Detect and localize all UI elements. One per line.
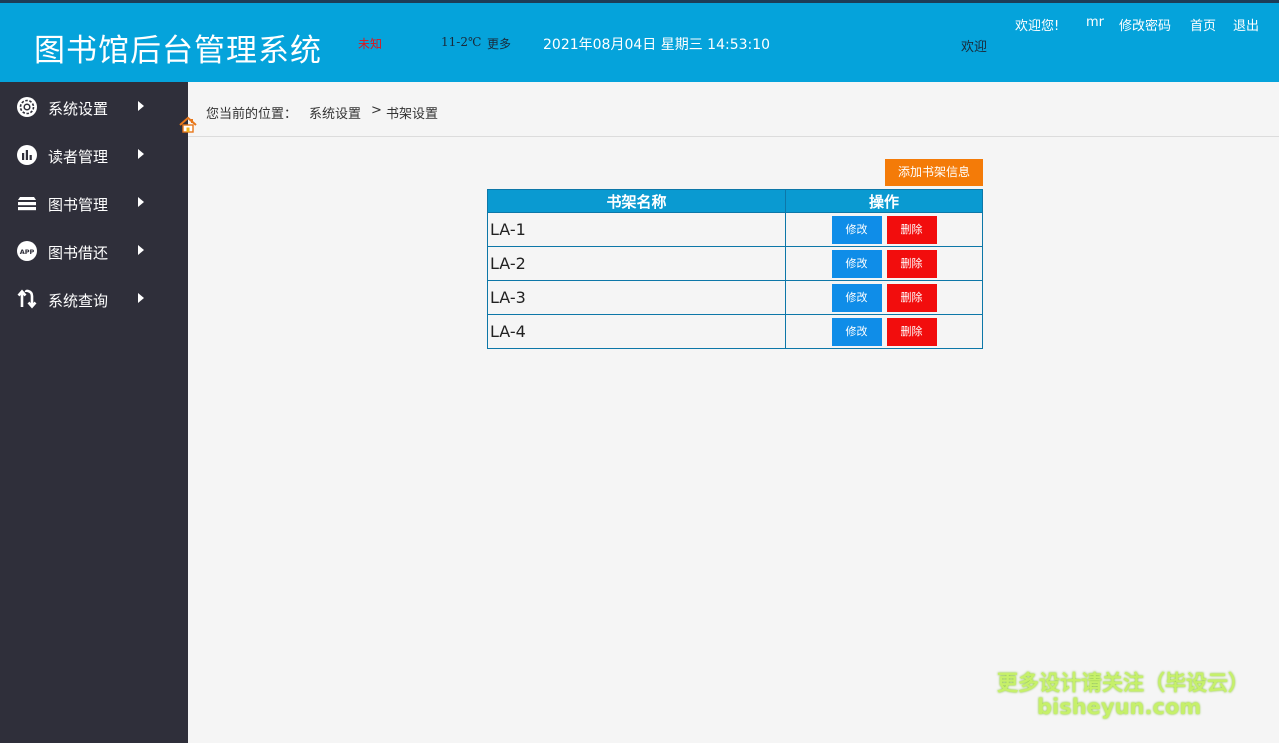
books-icon [18,197,36,211]
actions-cell: 修改 删除 [785,314,983,349]
caret-right-icon [138,197,144,207]
swap-icon [17,289,37,309]
caret-right-icon [138,101,144,111]
caret-right-icon [138,245,144,255]
edit-button[interactable]: 修改 [831,215,882,244]
edit-button[interactable]: 修改 [831,317,882,346]
delete-button[interactable]: 删除 [886,283,937,312]
shelf-name-cell: LA-2 [487,246,786,281]
weather-temperature: 11-2℃ [441,35,482,49]
column-header-shelf-name: 书架名称 [487,189,786,213]
watermark-line1: 更多设计请关注（毕设云） [997,671,1249,695]
sidebar-item-borrow-return[interactable]: APP 图书借还 [0,231,188,271]
welcome-text: 欢迎您! [1015,19,1060,34]
svg-text:APP: APP [20,248,35,256]
caret-right-icon [138,149,144,159]
marquee-text: 欢迎 [961,40,988,55]
weather-city[interactable]: 未知 [358,35,382,52]
username: mr [1086,15,1105,30]
current-datetime: 2021年08月04日 星期三 14:53:10 [543,37,771,53]
breadcrumb-level1[interactable]: 系统设置 [309,103,361,122]
table-row: LA-1 修改 删除 [487,212,983,247]
add-shelf-button[interactable]: 添加书架信息 [885,159,983,186]
edit-button[interactable]: 修改 [831,283,882,312]
home-icon [179,116,197,133]
table-row: LA-3 修改 删除 [487,280,983,315]
shelf-name-cell: LA-3 [487,280,786,315]
edit-button[interactable]: 修改 [831,249,882,278]
table-header-row: 书架名称 操作 [487,189,983,213]
breadcrumb: 您当前的位置： 系统设置 > 书架设置 [188,82,1279,137]
watermark-line2: bisheyun.com [1037,695,1202,719]
sidebar-item-reader-management[interactable]: 读者管理 [0,135,188,175]
column-header-actions: 操作 [785,189,983,213]
table-row: LA-2 修改 删除 [487,246,983,281]
sidebar-item-label: 图书管理 [48,196,109,214]
delete-button[interactable]: 删除 [886,215,937,244]
user-links: 欢迎您! mr 修改密码 首页 退出 [0,15,1279,35]
sidebar-item-label: 系统查询 [48,292,109,310]
breadcrumb-level2: 书架设置 [386,107,439,122]
delete-button[interactable]: 删除 [886,317,937,346]
actions-cell: 修改 删除 [785,246,983,281]
sidebar: 系统设置 读者管理 图书管理 APP 图书借还 系统查询 [0,82,188,743]
gear-icon [17,97,37,117]
sidebar-item-label: 读者管理 [48,148,109,166]
weather-more-link[interactable]: 更多 [487,35,511,52]
breadcrumb-separator: > [371,103,382,118]
app-icon: APP [17,241,37,261]
logout-link[interactable]: 退出 [1233,15,1259,34]
sidebar-item-system-query[interactable]: 系统查询 [0,279,188,319]
home-link[interactable]: 首页 [1190,15,1216,34]
shelf-name-cell: LA-1 [487,212,786,247]
shelf-name-cell: LA-4 [487,314,786,349]
sidebar-item-label: 图书借还 [48,244,109,262]
delete-button[interactable]: 删除 [886,249,937,278]
table-row: LA-4 修改 删除 [487,314,983,349]
sidebar-item-book-management[interactable]: 图书管理 [0,183,188,223]
chart-icon [17,145,37,165]
actions-cell: 修改 删除 [785,280,983,315]
sidebar-item-system-settings[interactable]: 系统设置 [0,87,188,127]
shelf-table: 书架名称 操作 LA-1 修改 删除 LA-2 修改 删除 LA-3 修改 删除 LA… [487,189,983,349]
actions-cell: 修改 删除 [785,212,983,247]
change-password-link[interactable]: 修改密码 [1119,15,1171,34]
sidebar-item-label: 系统设置 [48,100,109,118]
breadcrumb-prefix: 您当前的位置： [206,107,298,122]
header-bar: 图书馆后台管理系统 未知 11-2℃ 更多 2021年08月04日 星期三 14… [0,3,1279,82]
caret-right-icon [138,293,144,303]
